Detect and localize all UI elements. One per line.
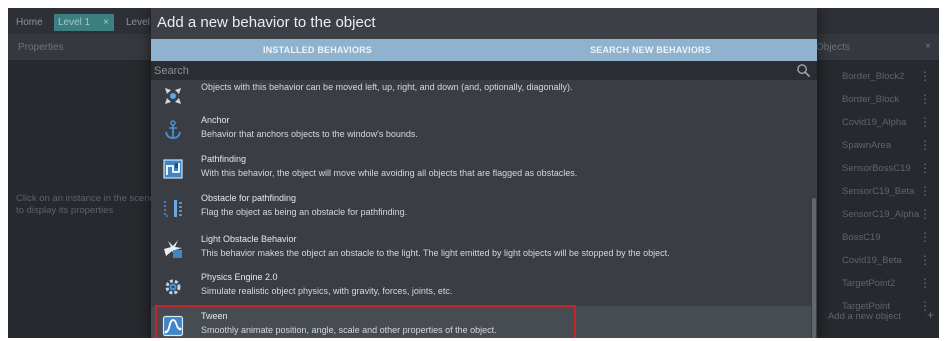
kebab-menu-icon[interactable]: ⋮ xyxy=(919,69,931,83)
object-name: Border_Block xyxy=(842,94,900,105)
tab-level-1-label: Level 1 xyxy=(58,17,91,28)
behavior-pathfinding[interactable]: Pathfinding With this behavior, the obje… xyxy=(151,149,811,187)
behavior-description: Simulate realistic object physics, with … xyxy=(201,286,453,296)
properties-panel-header: Properties xyxy=(8,34,153,60)
tab-level[interactable]: Level xyxy=(122,14,154,31)
close-icon[interactable]: × xyxy=(103,14,109,31)
physics-gear-icon xyxy=(165,279,181,295)
kebab-menu-icon[interactable]: ⋮ xyxy=(919,161,931,175)
list-item[interactable]: SpawnArea ⋮ xyxy=(814,135,939,157)
object-name: BossC19 xyxy=(842,232,881,243)
object-name: SensorC19_Beta xyxy=(842,186,915,197)
kebab-menu-icon[interactable]: ⋮ xyxy=(919,230,931,244)
search-input[interactable] xyxy=(154,61,794,80)
list-item[interactable]: Covid19_Alpha ⋮ xyxy=(814,112,939,134)
add-object-button[interactable]: Add a new object xyxy=(828,311,901,322)
objects-panel-header: Objects × xyxy=(814,34,939,60)
kebab-menu-icon[interactable]: ⋮ xyxy=(919,115,931,129)
arrows-move-icon xyxy=(165,88,181,104)
behavior-list: Objects with this behavior can be moved … xyxy=(151,80,817,338)
tab-home[interactable]: Home xyxy=(12,14,47,31)
kebab-menu-icon[interactable]: ⋮ xyxy=(919,184,931,198)
tab-installed-behaviors[interactable]: INSTALLED BEHAVIORS xyxy=(151,39,484,61)
behavior-name: Anchor xyxy=(201,115,230,125)
light-obstacle-icon xyxy=(164,240,182,258)
properties-title: Properties xyxy=(18,42,64,53)
list-item[interactable]: SensorC19_Beta ⋮ xyxy=(814,181,939,203)
list-item[interactable]: SensorC19_Alpha ⋮ xyxy=(814,204,939,226)
list-item[interactable]: SensorBossC19 ⋮ xyxy=(814,158,939,180)
behavior-physics-engine[interactable]: Physics Engine 2.0 Simulate realistic ob… xyxy=(151,267,811,305)
behavior-top-down-movement[interactable]: Objects with this behavior can be moved … xyxy=(151,80,811,114)
search-icon[interactable] xyxy=(796,63,811,78)
object-name: SensorC19_Alpha xyxy=(842,209,920,220)
add-behavior-dialog: Add a new behavior to the object INSTALL… xyxy=(151,8,817,338)
close-icon[interactable]: × xyxy=(925,41,931,52)
object-name: SensorBossC19 xyxy=(842,163,911,174)
objects-panel: Objects × Border_Block2 ⋮ Border_Block ⋮ C… xyxy=(814,34,939,338)
dialog-tab-bar: INSTALLED BEHAVIORS SEARCH NEW BEHAVIORS xyxy=(151,39,817,92)
behavior-name: Light Obstacle Behavior xyxy=(201,234,297,244)
plus-icon[interactable]: + xyxy=(927,308,934,322)
behavior-anchor[interactable]: Anchor Behavior that anchors objects to … xyxy=(151,110,811,148)
behavior-description: This behavior makes the object an obstac… xyxy=(201,248,670,258)
list-item[interactable]: Border_Block2 ⋮ xyxy=(814,66,939,88)
list-item[interactable]: Border_Block ⋮ xyxy=(814,89,939,111)
kebab-menu-icon[interactable]: ⋮ xyxy=(919,92,931,106)
tab-level-1[interactable]: Level 1 × xyxy=(54,14,114,31)
search-bar xyxy=(151,61,817,80)
kebab-menu-icon[interactable]: ⋮ xyxy=(919,138,931,152)
object-name: Covid19_Beta xyxy=(842,255,902,266)
behavior-description: Flag the object as being an obstacle for… xyxy=(201,207,408,217)
dialog-title: Add a new behavior to the object xyxy=(157,14,376,31)
object-name: SpawnArea xyxy=(842,140,892,151)
pathfinding-icon xyxy=(163,159,183,179)
tab-search-new-behaviors[interactable]: SEARCH NEW BEHAVIORS xyxy=(484,39,817,61)
object-name: Covid19_Alpha xyxy=(842,117,907,128)
list-item[interactable]: BossC19 ⋮ xyxy=(814,227,939,249)
kebab-menu-icon[interactable]: ⋮ xyxy=(919,253,931,267)
list-item[interactable]: TargetPoint2 ⋮ xyxy=(814,273,939,295)
list-item[interactable]: Covid19_Beta ⋮ xyxy=(814,250,939,272)
properties-hint: Click on an instance in the scene to dis… xyxy=(16,193,155,216)
highlight-outline xyxy=(155,305,576,338)
object-name: Border_Block2 xyxy=(842,71,905,82)
behavior-obstacle-for-pathfinding[interactable]: Obstacle for pathfinding Flag the object… xyxy=(151,188,811,226)
objects-title: Objects xyxy=(816,42,850,53)
behavior-description: Behavior that anchors objects to the win… xyxy=(201,129,418,139)
behavior-light-obstacle[interactable]: Light Obstacle Behavior This behavior ma… xyxy=(151,229,811,267)
list-scrollbar[interactable] xyxy=(812,198,816,338)
behavior-name: Physics Engine 2.0 xyxy=(201,272,278,282)
kebab-menu-icon[interactable]: ⋮ xyxy=(919,207,931,221)
obstacle-icon xyxy=(164,200,182,217)
anchor-icon xyxy=(165,120,181,139)
behavior-description: With this behavior, the object will move… xyxy=(201,168,578,178)
behavior-name: Pathfinding xyxy=(201,154,247,164)
kebab-menu-icon[interactable]: ⋮ xyxy=(919,276,931,290)
app-window: Home Level 1 × Level Properties Click on … xyxy=(8,8,939,338)
behavior-name: Obstacle for pathfinding xyxy=(201,193,297,203)
object-name: TargetPoint2 xyxy=(842,278,896,289)
behavior-description: Objects with this behavior can be moved … xyxy=(201,82,573,92)
